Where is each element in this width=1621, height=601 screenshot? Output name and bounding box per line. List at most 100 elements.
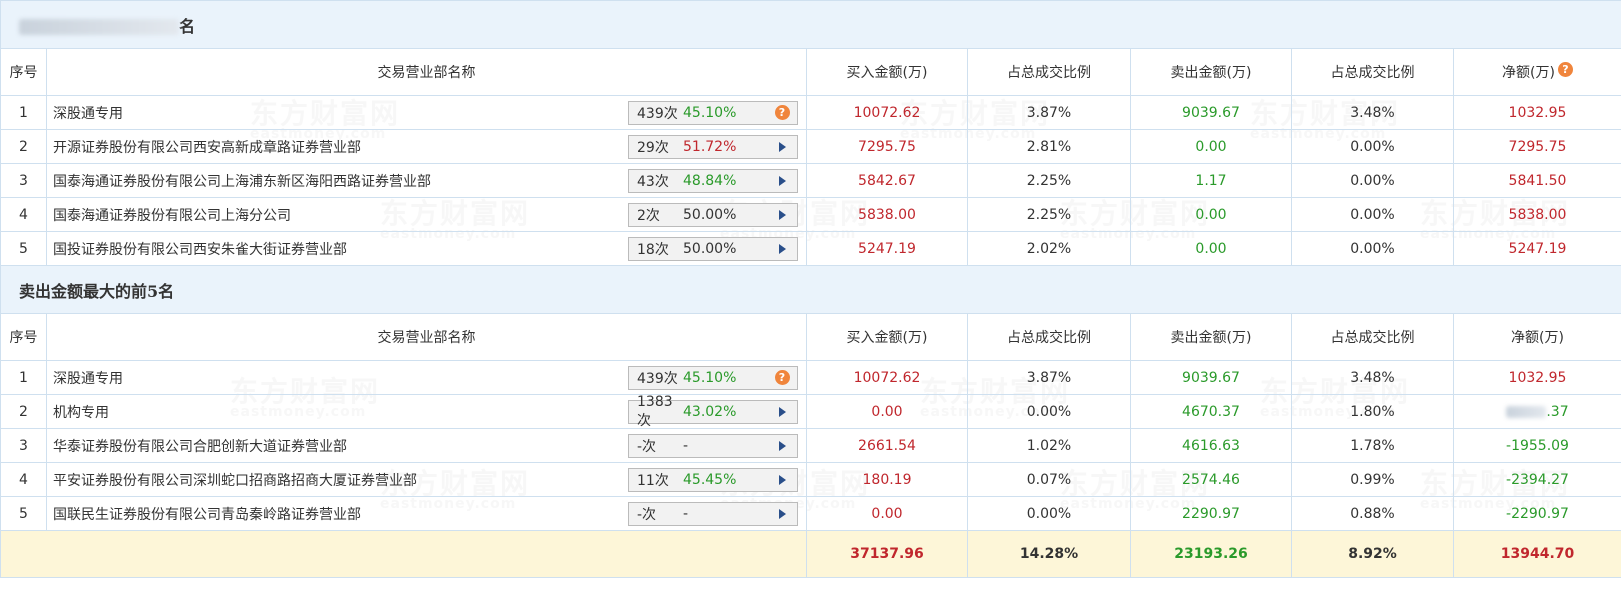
total-net: 13944.70 [1453, 530, 1621, 578]
total-buy-ratio: 14.28% [967, 530, 1131, 578]
broker-stats-box[interactable]: -次 - [628, 501, 798, 526]
table-row: 3 国泰海通证券股份有限公司上海浦东新区海阳西路证券营业部 43次 48.84% 584… [0, 163, 1621, 198]
appearance-count: 43次 [637, 173, 669, 190]
net-amount: 1032.95 [1453, 360, 1621, 395]
sell-amount: 2574.46 [1130, 462, 1292, 497]
row-number: 3 [0, 163, 47, 198]
rise-probability: 43.02% [683, 403, 737, 420]
broker-name[interactable]: 深股通专用 [53, 368, 123, 388]
sell-ratio: 0.00% [1291, 197, 1454, 232]
buy-ratio: 1.02% [967, 428, 1131, 463]
broker-stats-box[interactable]: 439次 45.10%? [628, 100, 798, 125]
buy-amount: 2661.54 [806, 428, 968, 463]
broker-stats-box[interactable]: 43次 48.84% [628, 168, 798, 193]
column-header: 交易营业部名称 [46, 313, 807, 361]
sell-ratio: 0.99% [1291, 462, 1454, 497]
column-header: 占总成交比例 [1291, 313, 1454, 361]
table-row: 1 深股通专用 439次 45.10%? 10072.62 3.87% 9039.67 3.4… [0, 360, 1621, 395]
appearance-count: -次 [637, 506, 657, 523]
buy-amount: 10072.62 [806, 360, 968, 395]
table-row: 5 国联民生证券股份有限公司青岛秦岭路证券营业部 -次 - 0.00 0.00% 2290.… [0, 496, 1621, 531]
broker-stats-box[interactable]: 1383次 43.02% [628, 394, 798, 429]
broker-name[interactable]: 平安证券股份有限公司深圳蛇口招商路招商大厦证券营业部 [53, 470, 417, 490]
column-header: 净额(万) [1453, 313, 1621, 361]
broker-cell: 开源证券股份有限公司西安高新成章路证券营业部 29次 51.72% [46, 129, 807, 164]
broker-name[interactable]: 深股通专用 [53, 103, 123, 123]
broker-stats-box[interactable]: 2次 50.00% [628, 202, 798, 227]
total-sell-ratio: 8.92% [1291, 530, 1454, 578]
rise-probability: 50.00% [683, 240, 737, 257]
rise-probability: - [683, 505, 689, 522]
expand-arrow-icon[interactable] [767, 204, 797, 226]
rise-probability: 45.10% [683, 369, 737, 386]
appearance-count: 1383次 [637, 393, 673, 429]
buy-amount: 7295.75 [806, 129, 968, 164]
total-sell: 23193.26 [1130, 530, 1292, 578]
column-header: 序号 [0, 48, 47, 96]
table-row: 3 华泰证券股份有限公司合肥创新大道证券营业部 -次 - 2661.54 1.02% 461… [0, 428, 1621, 463]
expand-arrow-icon[interactable] [767, 503, 797, 525]
buy-ratio: 2.25% [967, 197, 1131, 232]
row-number: 2 [0, 129, 47, 164]
appearance-count: 439次 [637, 105, 678, 122]
row-number: 1 [0, 95, 47, 130]
column-header-label: 净额(万) [1511, 330, 1564, 346]
net-amount: 5247.19 [1453, 231, 1621, 266]
sell-ratio: 1.78% [1291, 428, 1454, 463]
expand-arrow-icon[interactable] [767, 136, 797, 158]
broker-cell: 机构专用 1383次 43.02% [46, 394, 807, 429]
appearance-count: 439次 [637, 370, 678, 387]
buy-amount: 0.00 [806, 496, 968, 531]
sell-amount: 2290.97 [1130, 496, 1292, 531]
broker-name[interactable]: 国泰海通证券股份有限公司上海分公司 [53, 205, 291, 225]
rise-probability: 50.00% [683, 206, 737, 223]
buy-amount: 5842.67 [806, 163, 968, 198]
column-header: 序号 [0, 313, 47, 361]
column-header-label: 卖出金额(万) [1170, 65, 1252, 81]
sell-ratio: 3.48% [1291, 95, 1454, 130]
broker-name[interactable]: 国泰海通证券股份有限公司上海浦东新区海阳西路证券营业部 [53, 171, 431, 191]
sell-amount: 4616.63 [1130, 428, 1292, 463]
buy-ratio: 3.87% [967, 360, 1131, 395]
rise-probability: - [683, 437, 689, 454]
help-icon[interactable]: ? [767, 102, 797, 124]
column-header: 净额(万)? [1453, 48, 1621, 96]
appearance-count: 18次 [637, 241, 669, 258]
broker-stats-box[interactable]: -次 - [628, 433, 798, 458]
help-icon[interactable]: ? [767, 367, 797, 389]
column-header-label: 买入金额(万) [846, 330, 928, 346]
appearance-count: 11次 [637, 472, 669, 489]
broker-name[interactable]: 机构专用 [53, 402, 109, 422]
broker-stats-box[interactable]: 29次 51.72% [628, 134, 798, 159]
column-header-label: 序号 [9, 65, 38, 81]
broker-stats-box[interactable]: 439次 45.10%? [628, 365, 798, 390]
expand-arrow-icon[interactable] [767, 170, 797, 192]
broker-name[interactable]: 开源证券股份有限公司西安高新成章路证券营业部 [53, 137, 361, 157]
expand-arrow-icon[interactable] [767, 401, 797, 423]
column-header: 占总成交比例 [967, 48, 1131, 96]
dragon-tiger-board: 东方财富网eastmoney.com 东方财富网eastmoney.com 东方… [0, 0, 1621, 601]
broker-stats-box[interactable]: 11次 45.45% [628, 467, 798, 492]
expand-arrow-icon[interactable] [767, 469, 797, 491]
section-header-buy: 名 [0, 0, 1621, 49]
column-header-label: 卖出金额(万) [1170, 330, 1252, 346]
help-icon[interactable]: ? [1557, 62, 1573, 77]
column-header-label: 买入金额(万) [846, 65, 928, 81]
broker-stats-box[interactable]: 18次 50.00% [628, 236, 798, 261]
broker-name[interactable]: 国联民生证券股份有限公司青岛秦岭路证券营业部 [53, 504, 361, 524]
broker-name[interactable]: 国投证券股份有限公司西安朱雀大街证券营业部 [53, 239, 347, 259]
sell-ratio: 0.00% [1291, 231, 1454, 266]
broker-name[interactable]: 华泰证券股份有限公司合肥创新大道证券营业部 [53, 436, 347, 456]
column-header-label: 交易营业部名称 [377, 330, 476, 346]
total-buy: 37137.96 [806, 530, 968, 578]
row-number: 5 [0, 231, 47, 266]
column-header-label: 交易营业部名称 [377, 65, 476, 81]
net-amount: -2394.27 [1453, 462, 1621, 497]
expand-arrow-icon[interactable] [767, 238, 797, 260]
redacted-title [19, 19, 179, 35]
column-header: 卖出金额(万) [1130, 313, 1292, 361]
buy-ratio: 0.00% [967, 394, 1131, 429]
sell-ratio: 0.00% [1291, 163, 1454, 198]
expand-arrow-icon[interactable] [767, 435, 797, 457]
redacted-value [1506, 405, 1547, 418]
